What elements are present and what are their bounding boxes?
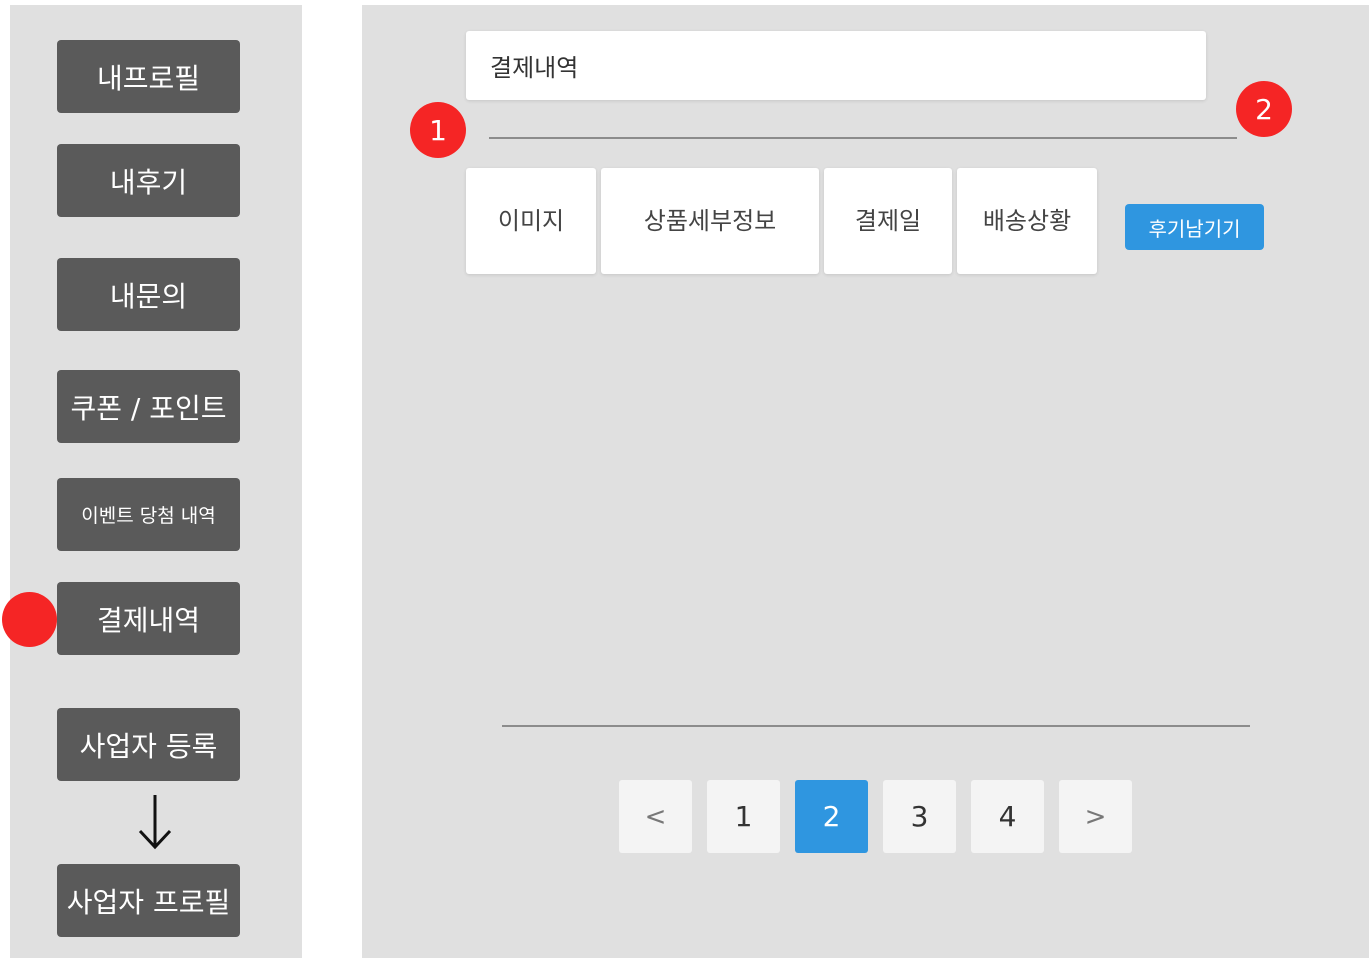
header-divider — [489, 137, 1237, 139]
pagination-page-4[interactable]: 4 — [971, 780, 1044, 853]
page-title: 결제내역 — [466, 31, 1206, 100]
column-header-product-details: 상품세부정보 — [601, 168, 819, 274]
sidebar-item-my-inquiries[interactable]: 내문의 — [57, 258, 240, 331]
list-divider — [502, 725, 1250, 727]
pagination-page-1[interactable]: 1 — [707, 780, 780, 853]
column-header-delivery-status: 배송상황 — [957, 168, 1097, 274]
arrow-down-icon — [138, 795, 172, 850]
annotation-badge-1: 1 — [410, 102, 466, 158]
sidebar-item-coupon-point[interactable]: 쿠폰 / 포인트 — [57, 370, 240, 443]
column-header-payment-date: 결제일 — [824, 168, 952, 274]
pagination-page-3[interactable]: 3 — [883, 780, 956, 853]
pagination-page-2[interactable]: 2 — [795, 780, 868, 853]
active-item-marker — [2, 592, 57, 647]
sidebar-item-my-reviews[interactable]: 내후기 — [57, 144, 240, 217]
sidebar-item-event-winnings[interactable]: 이벤트 당첨 내역 — [57, 478, 240, 551]
column-header-image: 이미지 — [466, 168, 596, 274]
sidebar: 내프로필 내후기 내문의 쿠폰 / 포인트 이벤트 당첨 내역 결제내역 사업자… — [10, 5, 302, 958]
sidebar-item-business-registration[interactable]: 사업자 등록 — [57, 708, 240, 781]
write-review-button[interactable]: 후기남기기 — [1125, 204, 1264, 250]
sidebar-item-payment-history[interactable]: 결제내역 — [57, 582, 240, 655]
pagination-prev-button[interactable]: < — [619, 780, 692, 853]
sidebar-item-my-profile[interactable]: 내프로필 — [57, 40, 240, 113]
main-panel: 결제내역 1 2 이미지 상품세부정보 결제일 배송상황 후기남기기 < 1 2… — [362, 5, 1369, 958]
annotation-badge-2: 2 — [1236, 81, 1292, 137]
pagination-next-button[interactable]: > — [1059, 780, 1132, 853]
sidebar-item-business-profile[interactable]: 사업자 프로필 — [57, 864, 240, 937]
